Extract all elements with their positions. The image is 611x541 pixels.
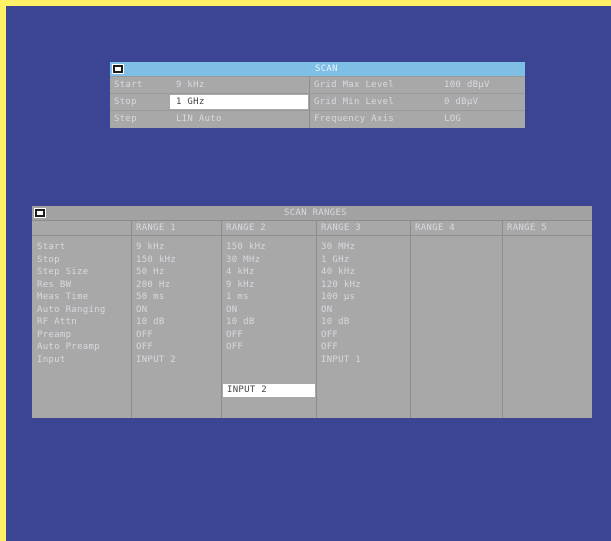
scan-row-stop[interactable]: Stop 1 GHz Grid Min Level 0 dBµV — [110, 93, 525, 110]
analyzer-screen: SCAN Start 9 kHz Grid Max Level 100 dBµV… — [6, 6, 611, 541]
range-cell[interactable]: 50 Hz — [136, 267, 165, 277]
range-cell[interactable]: OFF — [321, 342, 338, 352]
range-cell[interactable]: 30 MHz — [321, 242, 355, 252]
range-cell[interactable]: ON — [321, 305, 332, 315]
scan-ranges-title-bar: SCAN RANGES — [32, 206, 592, 221]
range-cell[interactable]: 10 dB — [226, 317, 255, 327]
scan-row-label: Stop — [114, 97, 137, 107]
range-cell[interactable]: 200 Hz — [136, 280, 170, 290]
scan-row-start[interactable]: Start 9 kHz Grid Max Level 100 dBµV — [110, 76, 525, 93]
column-header-range-2[interactable]: RANGE 2 — [226, 223, 266, 233]
scan-title: SCAN — [315, 64, 338, 74]
range-cell[interactable]: ON — [136, 305, 147, 315]
scan-row-label: Start — [114, 80, 143, 90]
range-cell[interactable]: 120 kHz — [321, 280, 361, 290]
range-cell[interactable]: 10 dB — [136, 317, 165, 327]
range-row-label: Auto Preamp — [37, 342, 100, 352]
scan-row-step[interactable]: Step LIN Auto Frequency Axis LOG — [110, 110, 525, 127]
scan-row-value[interactable]: LIN Auto — [176, 114, 222, 124]
range-cell[interactable]: ON — [226, 305, 237, 315]
column-divider — [131, 220, 132, 418]
scan-ranges-panel: SCAN RANGES RANGE 1 RANGE 2 RANGE 3 RANG… — [32, 206, 592, 418]
range-cell[interactable]: OFF — [226, 330, 243, 340]
range-cell[interactable]: 150 kHz — [226, 242, 266, 252]
range-row-label: RF Attn — [37, 317, 78, 327]
scan-title-bar: SCAN — [110, 62, 525, 76]
column-header-range-1[interactable]: RANGE 1 — [136, 223, 176, 233]
range-cell[interactable]: OFF — [321, 330, 338, 340]
range-cell[interactable]: 100 µs — [321, 292, 355, 302]
scan-row-value[interactable]: 9 kHz — [176, 80, 205, 90]
stop-value-field[interactable]: 1 GHz — [170, 95, 308, 109]
range-row-label: Auto Ranging — [37, 304, 106, 315]
stop-value[interactable]: 1 GHz — [176, 97, 205, 107]
range-2-input-value[interactable]: INPUT 2 — [227, 385, 267, 395]
range-cell[interactable]: 9 kHz — [136, 242, 165, 252]
range-cell[interactable]: 50 ms — [136, 292, 165, 302]
range-cell[interactable]: 40 kHz — [321, 267, 355, 277]
range-cell[interactable]: 9 kHz — [226, 280, 255, 290]
range-cell[interactable]: 1 GHz — [321, 255, 350, 265]
scan-row-right-label: Grid Max Level — [314, 80, 395, 90]
scan-ranges-title: SCAN RANGES — [284, 208, 347, 218]
scan-row-right-label: Grid Min Level — [314, 97, 395, 107]
range-row-label: Start — [37, 242, 66, 252]
scan-row-right-value[interactable]: 100 dBµV — [444, 80, 490, 90]
range-cell[interactable]: OFF — [226, 342, 243, 352]
range-cell[interactable]: 30 MHz — [226, 255, 260, 265]
range-cell[interactable]: INPUT 2 — [136, 355, 176, 365]
window-menu-icon[interactable] — [34, 208, 46, 218]
range-row-label: Step Size — [37, 267, 89, 277]
column-divider — [316, 220, 317, 418]
column-divider — [502, 220, 503, 418]
column-divider — [410, 220, 411, 418]
column-header-range-3[interactable]: RANGE 3 — [321, 223, 361, 233]
range-cell[interactable]: INPUT 1 — [321, 355, 361, 365]
header-divider — [32, 235, 592, 236]
range-cell[interactable]: 4 kHz — [226, 267, 255, 277]
range-row-label: Preamp — [37, 329, 72, 340]
scan-row-label: Step — [114, 114, 137, 124]
column-divider — [221, 220, 222, 418]
input-value-field[interactable]: INPUT 2 — [223, 384, 315, 397]
range-cell[interactable]: 150 kHz — [136, 255, 176, 265]
column-header-range-4[interactable]: RANGE 4 — [415, 223, 455, 233]
range-row-label: Meas Time — [37, 292, 89, 302]
scan-row-right-label: Frequency Axis — [314, 114, 395, 124]
scan-panel: SCAN Start 9 kHz Grid Max Level 100 dBµV… — [110, 62, 525, 128]
scan-row-right-value[interactable]: 0 dBµV — [444, 97, 478, 107]
range-cell[interactable]: 10 dB — [321, 317, 350, 327]
column-header-range-5[interactable]: RANGE 5 — [507, 223, 547, 233]
range-cell[interactable]: OFF — [136, 330, 153, 340]
range-row-label: Res BW — [37, 279, 72, 290]
window-menu-icon[interactable] — [112, 64, 124, 74]
range-row-label: Input — [37, 354, 66, 365]
range-cell[interactable]: OFF — [136, 342, 153, 352]
scan-row-right-value[interactable]: LOG — [444, 114, 461, 124]
range-row-label: Stop — [37, 254, 60, 265]
range-cell[interactable]: 1 ms — [226, 292, 249, 302]
